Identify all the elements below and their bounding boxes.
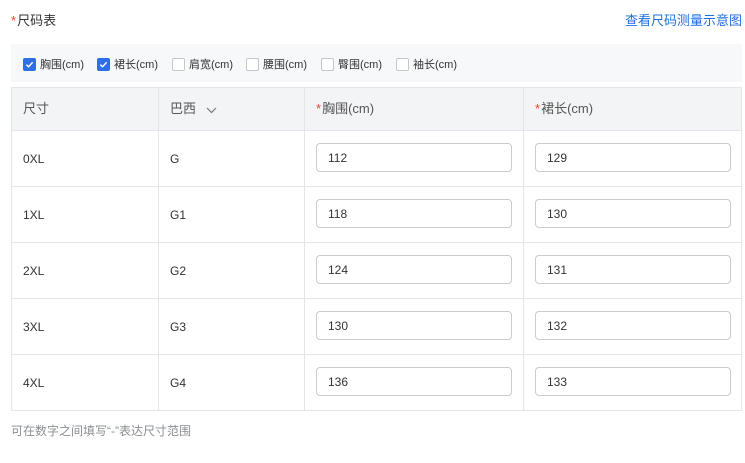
length-cell <box>523 131 741 187</box>
checkbox-sleeve[interactable]: 袖长(cm) <box>396 56 457 72</box>
region-size-cell: G3 <box>158 299 304 355</box>
checkbox-label: 袖长(cm) <box>413 59 457 71</box>
table-row: 0XL G <box>12 131 741 187</box>
table-header: 尺寸 巴西 *胸围(cm) *裙长(cm) <box>12 88 741 131</box>
length-input[interactable] <box>535 255 731 284</box>
length-cell <box>523 243 741 299</box>
chest-cell <box>304 131 523 187</box>
checkbox-waist[interactable]: 腰围(cm) <box>246 56 307 72</box>
table-row: 2XL G2 <box>12 243 741 299</box>
length-cell <box>523 187 741 243</box>
chest-cell <box>304 243 523 299</box>
table-row: 1XL G1 <box>12 187 741 243</box>
chest-input[interactable] <box>316 199 512 228</box>
column-header-size: 尺寸 <box>23 101 50 116</box>
chest-cell <box>304 299 523 355</box>
chest-cell <box>304 187 523 243</box>
checkbox-unchecked-icon <box>396 57 409 71</box>
checkbox-label: 胸围(cm) <box>40 59 84 71</box>
range-hint-text: 可在数字之间填写“-”表达尺寸范围 <box>11 424 191 438</box>
column-header-chest: *胸围(cm) <box>304 88 523 130</box>
section-title: *尺码表 <box>11 12 56 30</box>
size-table: 尺寸 巴西 *胸围(cm) *裙长(cm) 0XL G 1XL G1 2XL G… <box>11 87 742 411</box>
checkbox-hip[interactable]: 臀围(cm) <box>321 56 382 72</box>
table-row: 4XL G4 <box>12 355 741 411</box>
size-cell: 0XL <box>23 152 45 166</box>
checkbox-unchecked-icon <box>321 57 334 71</box>
length-input[interactable] <box>535 367 731 396</box>
checkbox-label: 臀围(cm) <box>338 59 382 71</box>
checkbox-unchecked-icon <box>172 57 185 71</box>
checkbox-label: 腰围(cm) <box>263 59 307 71</box>
region-size-cell: G4 <box>158 355 304 411</box>
checkbox-checked-icon <box>97 57 110 71</box>
size-cell: 4XL <box>23 376 45 390</box>
checkbox-label: 裙长(cm) <box>114 59 158 71</box>
chest-input[interactable] <box>316 255 512 284</box>
checkbox-checked-icon <box>23 57 36 71</box>
checkbox-length[interactable]: 裙长(cm) <box>97 56 158 72</box>
checkbox-chest[interactable]: 胸围(cm) <box>23 56 84 72</box>
length-cell <box>523 355 741 411</box>
size-chart-header: *尺码表 查看尺码测量示意图 <box>11 12 742 32</box>
region-label: 巴西 <box>170 101 197 116</box>
chest-input[interactable] <box>316 367 512 396</box>
chest-input[interactable] <box>316 143 512 172</box>
column-header-region[interactable]: 巴西 <box>158 88 304 130</box>
measurement-guide-link[interactable]: 查看尺码测量示意图 <box>625 12 742 30</box>
length-input[interactable] <box>535 199 731 228</box>
required-mark: * <box>11 13 17 28</box>
checkbox-unchecked-icon <box>246 57 259 71</box>
size-cell: 1XL <box>23 208 45 222</box>
table-row: 3XL G3 <box>12 299 741 355</box>
region-size-cell: G1 <box>158 187 304 243</box>
checkbox-label: 肩宽(cm) <box>189 59 233 71</box>
measurement-filter-bar: 胸围(cm) 裙长(cm) 肩宽(cm) 腰围(cm) 臀围(cm) 袖长(cm… <box>11 44 742 82</box>
required-mark: * <box>316 101 322 116</box>
length-input[interactable] <box>535 311 731 340</box>
chest-input[interactable] <box>316 311 512 340</box>
checkbox-shoulder[interactable]: 肩宽(cm) <box>172 56 233 72</box>
size-cell: 2XL <box>23 264 45 278</box>
length-input[interactable] <box>535 143 731 172</box>
section-title-text: 尺码表 <box>17 13 57 28</box>
column-header-chest-label: 胸围(cm) <box>322 101 375 116</box>
required-mark: * <box>535 101 541 116</box>
length-cell <box>523 299 741 355</box>
column-header-length: *裙长(cm) <box>523 88 741 130</box>
chest-cell <box>304 355 523 411</box>
size-cell: 3XL <box>23 320 45 334</box>
column-header-length-label: 裙长(cm) <box>541 101 594 116</box>
region-size-cell: G2 <box>158 243 304 299</box>
chevron-down-icon[interactable] <box>206 89 217 131</box>
region-size-cell: G <box>158 131 304 187</box>
